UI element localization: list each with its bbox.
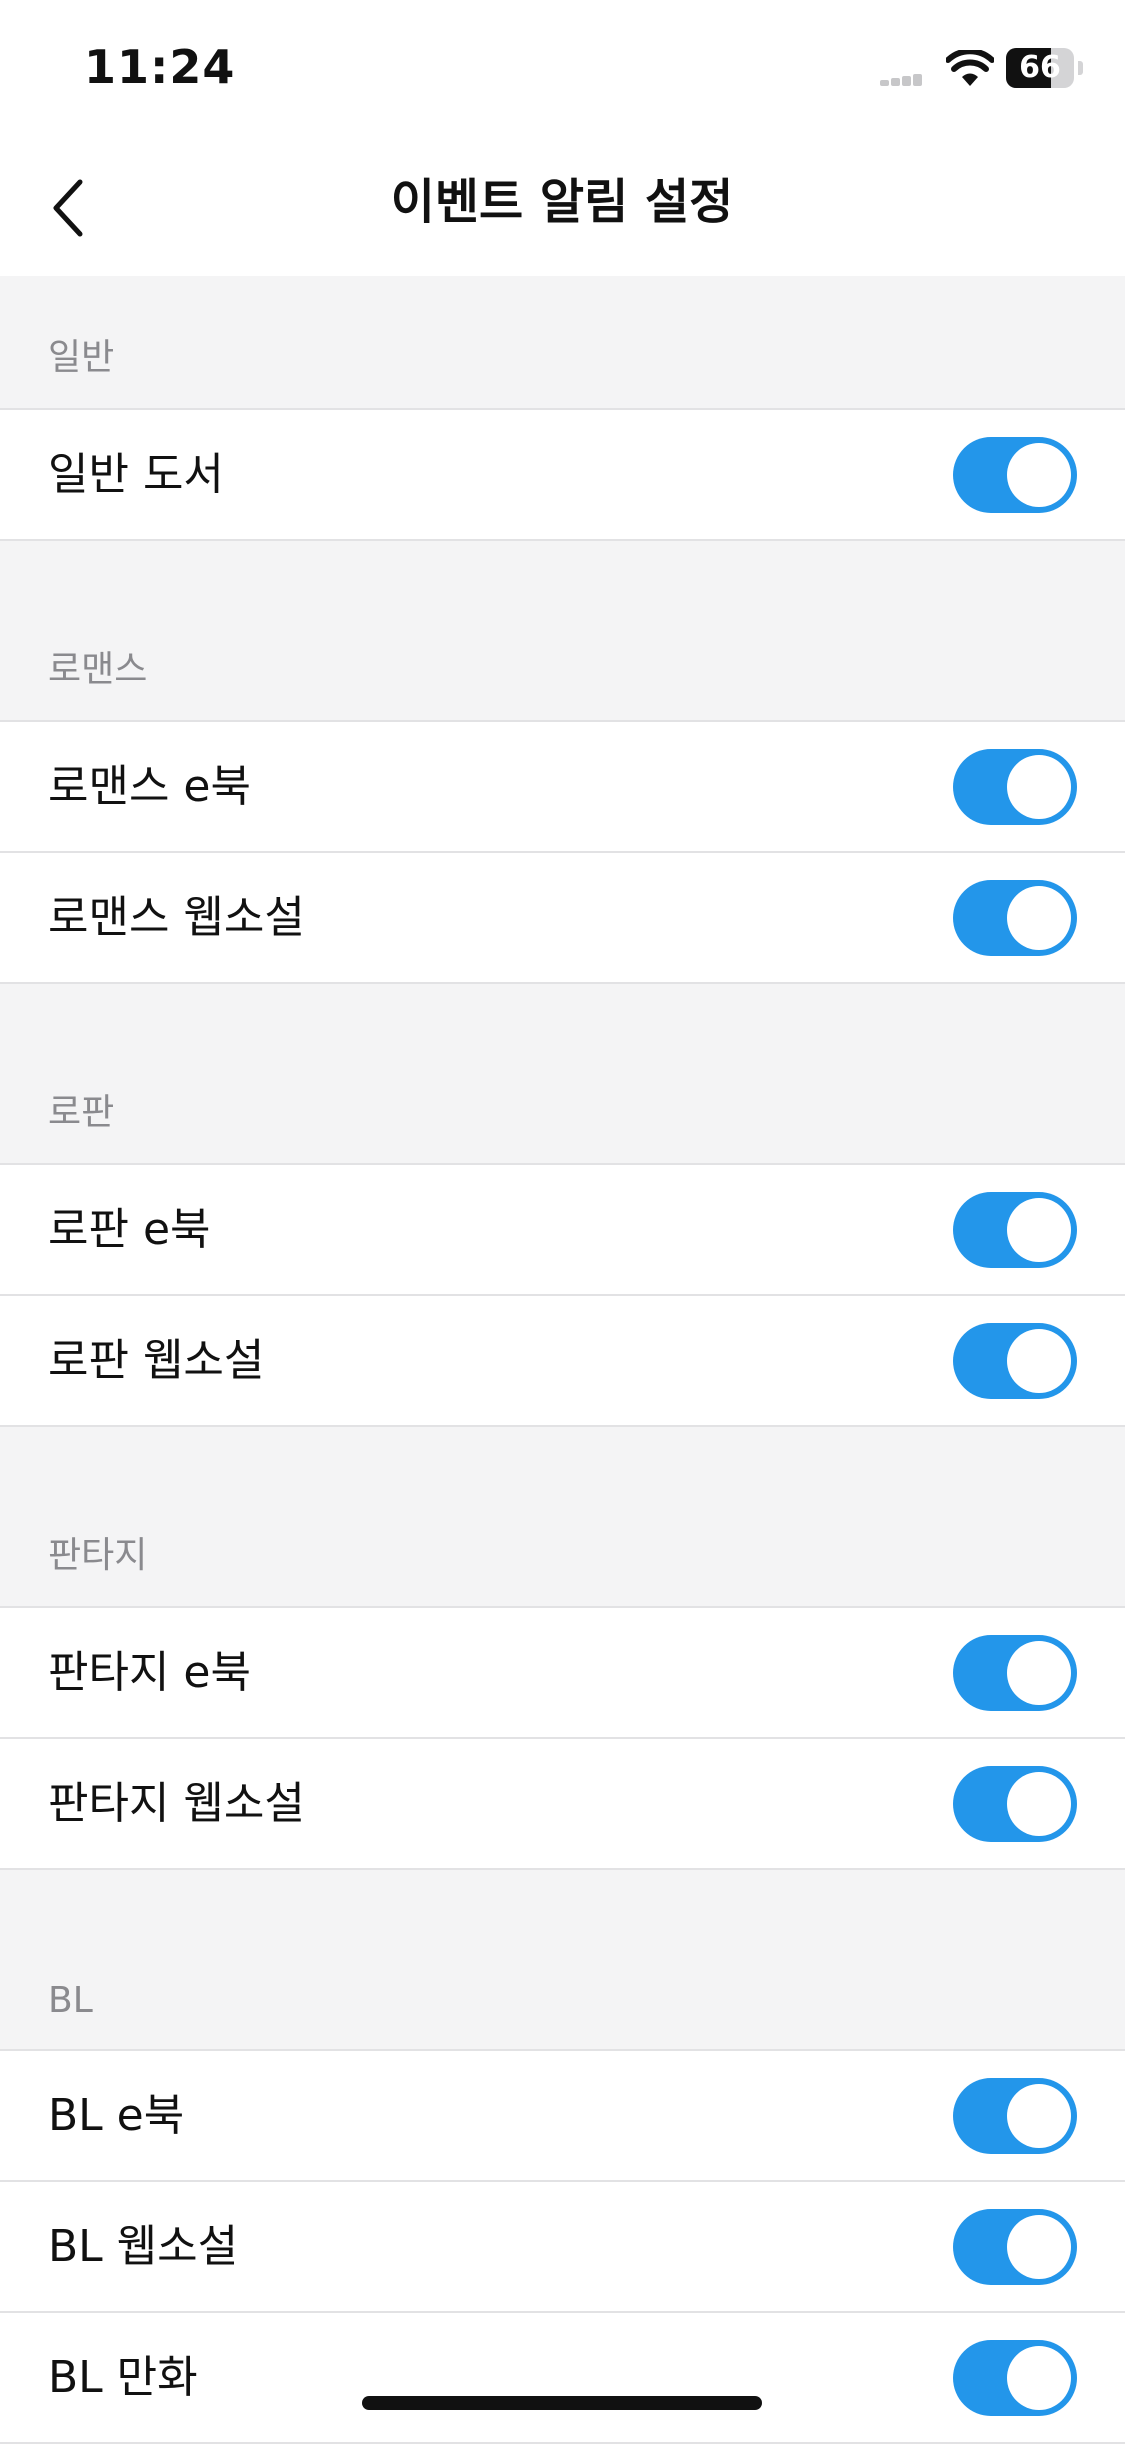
toggle-knob [1007, 1329, 1071, 1393]
setting-row-bl-webnovel[interactable]: BL 웹소설 [0, 2182, 1125, 2313]
battery-percent: 66 [1019, 50, 1061, 85]
toggle-switch[interactable] [953, 1766, 1077, 1842]
wifi-icon [946, 50, 994, 86]
toggle-knob [1007, 1198, 1071, 1262]
section-header-romance-fantasy: 로판 [0, 984, 1125, 1165]
status-bar: 11:24 66 [0, 0, 1125, 138]
setting-row-bl-comics[interactable]: BL 만화 [0, 2313, 1125, 2444]
setting-row-romance-webnovel[interactable]: 로맨스 웹소설 [0, 853, 1125, 984]
section-header-label: 로맨스 [48, 649, 148, 690]
toggle-switch[interactable] [953, 2078, 1077, 2154]
setting-label: BL 웹소설 [48, 2221, 239, 2272]
battery-cap [1078, 61, 1083, 75]
setting-label: 로판 웹소설 [48, 1335, 265, 1386]
toggle-knob [1007, 2084, 1071, 2148]
section-header-romance: 로맨스 [0, 541, 1125, 722]
setting-row-romance-fantasy-webnovel[interactable]: 로판 웹소설 [0, 1296, 1125, 1427]
setting-row-romance-fantasy-ebook[interactable]: 로판 e북 [0, 1165, 1125, 1296]
setting-label: BL e북 [48, 2090, 185, 2141]
toggle-knob [1007, 1641, 1071, 1705]
back-button[interactable] [30, 168, 110, 248]
section-header-bl: BL [0, 1870, 1125, 2051]
toggle-knob [1007, 2215, 1071, 2279]
section-header-label: BL [48, 1980, 93, 2021]
battery-icon: 66 [1006, 48, 1074, 88]
chevron-left-icon [53, 179, 83, 237]
toggle-knob [1007, 2346, 1071, 2410]
section-header-label: 일반 [48, 337, 115, 378]
setting-row-fantasy-ebook[interactable]: 판타지 e북 [0, 1608, 1125, 1739]
signal-icon [880, 74, 922, 86]
toggle-knob [1007, 755, 1071, 819]
section-header-label: 판타지 [48, 1535, 148, 1576]
nav-bar: 이벤트 알림 설정 [0, 138, 1125, 276]
settings-list: 일반 일반 도서 로맨스 로맨스 e북 로맨스 웹소설 로판 로판 e북 로판 … [0, 276, 1125, 2444]
toggle-switch[interactable] [953, 1635, 1077, 1711]
toggle-knob [1007, 1772, 1071, 1836]
setting-row-fantasy-webnovel[interactable]: 판타지 웹소설 [0, 1739, 1125, 1870]
setting-label: 로판 e북 [48, 1204, 211, 1255]
setting-label: 판타지 웹소설 [48, 1778, 305, 1829]
setting-row-romance-ebook[interactable]: 로맨스 e북 [0, 722, 1125, 853]
setting-label: 로맨스 웹소설 [48, 892, 305, 943]
toggle-switch[interactable] [953, 2209, 1077, 2285]
status-time: 11:24 [84, 40, 236, 94]
section-header-label: 로판 [48, 1092, 115, 1133]
setting-row-general-books[interactable]: 일반 도서 [0, 410, 1125, 541]
setting-label: 로맨스 e북 [48, 761, 251, 812]
setting-label: 일반 도서 [48, 449, 224, 500]
home-indicator[interactable] [362, 2396, 762, 2410]
section-header-fantasy: 판타지 [0, 1427, 1125, 1608]
toggle-switch[interactable] [953, 749, 1077, 825]
toggle-knob [1007, 886, 1071, 950]
section-header-general: 일반 [0, 276, 1125, 410]
setting-row-bl-ebook[interactable]: BL e북 [0, 2051, 1125, 2182]
toggle-switch[interactable] [953, 437, 1077, 513]
setting-label: 판타지 e북 [48, 1647, 251, 1698]
toggle-switch[interactable] [953, 880, 1077, 956]
toggle-switch[interactable] [953, 1192, 1077, 1268]
toggle-switch[interactable] [953, 2340, 1077, 2416]
setting-label: BL 만화 [48, 2352, 198, 2403]
toggle-switch[interactable] [953, 1323, 1077, 1399]
toggle-knob [1007, 443, 1071, 507]
page-title: 이벤트 알림 설정 [390, 174, 734, 230]
